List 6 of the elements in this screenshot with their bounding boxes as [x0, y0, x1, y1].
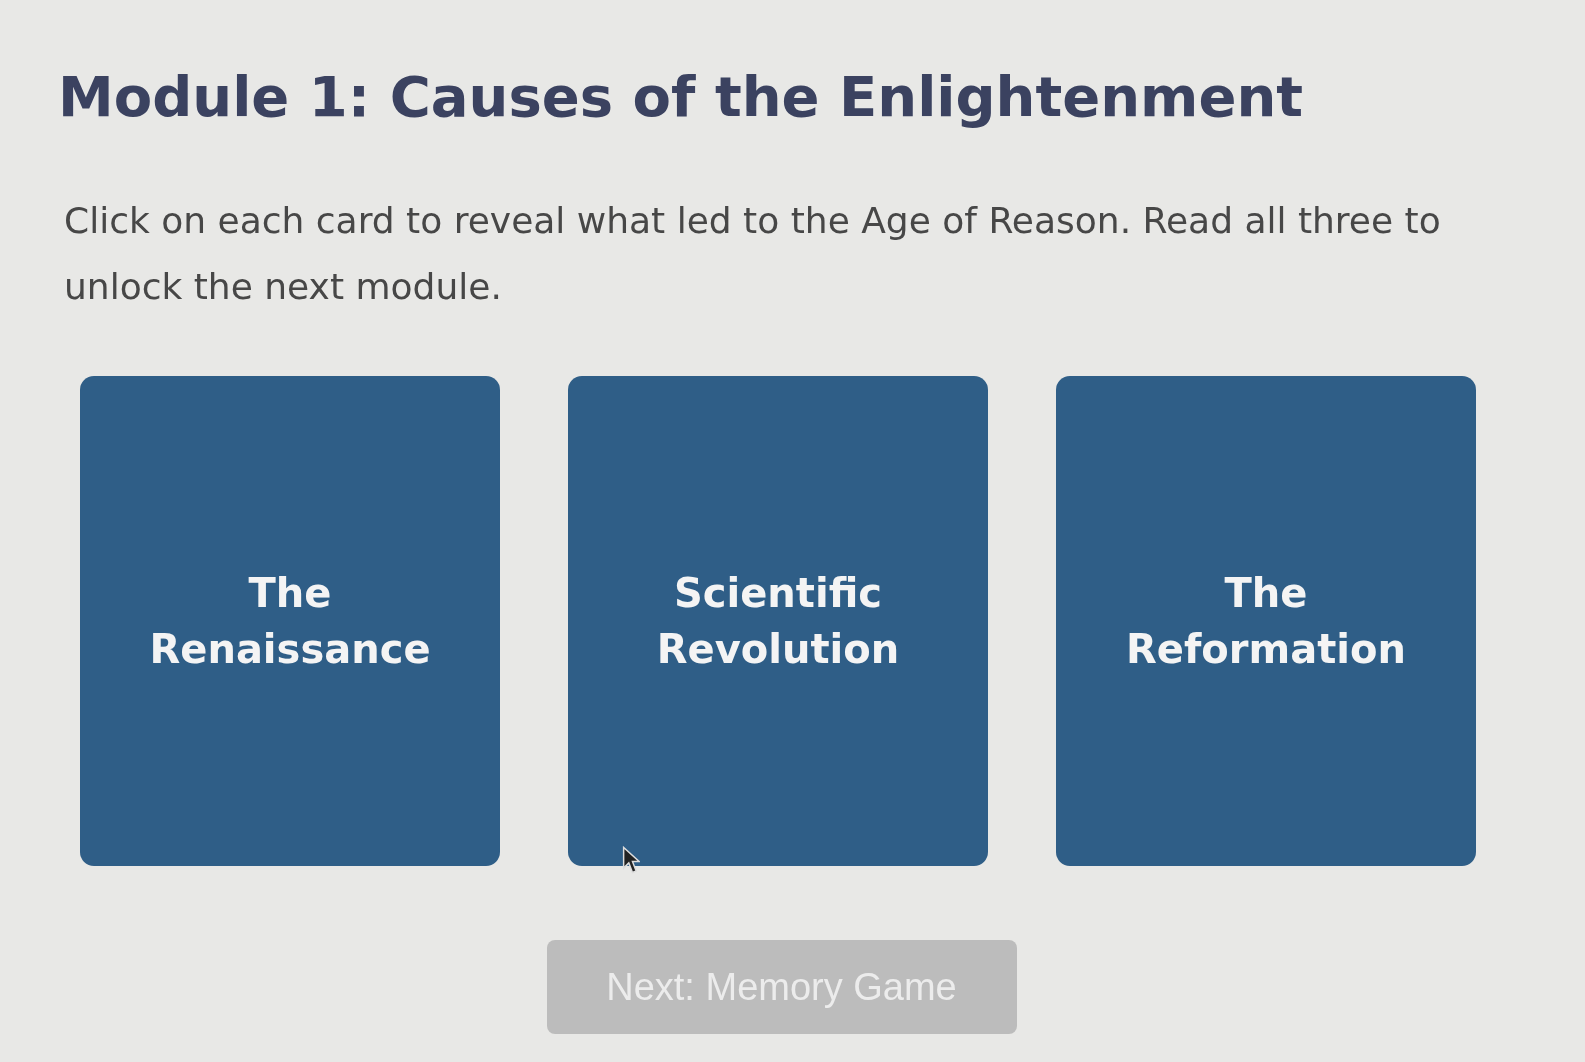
topic-card[interactable]: The Renaissance — [80, 376, 500, 866]
module-title: Module 1: Causes of the Enlightenment — [58, 63, 1305, 131]
instructions-text: Click on each card to reveal what led to the Age of Reason. Read all three to unlock the next module. — [64, 199, 1442, 309]
cursor-icon — [622, 846, 640, 874]
topic-card[interactable]: Scientific Revolution — [568, 376, 988, 866]
topic-card[interactable]: The Reformation — [1056, 376, 1476, 866]
